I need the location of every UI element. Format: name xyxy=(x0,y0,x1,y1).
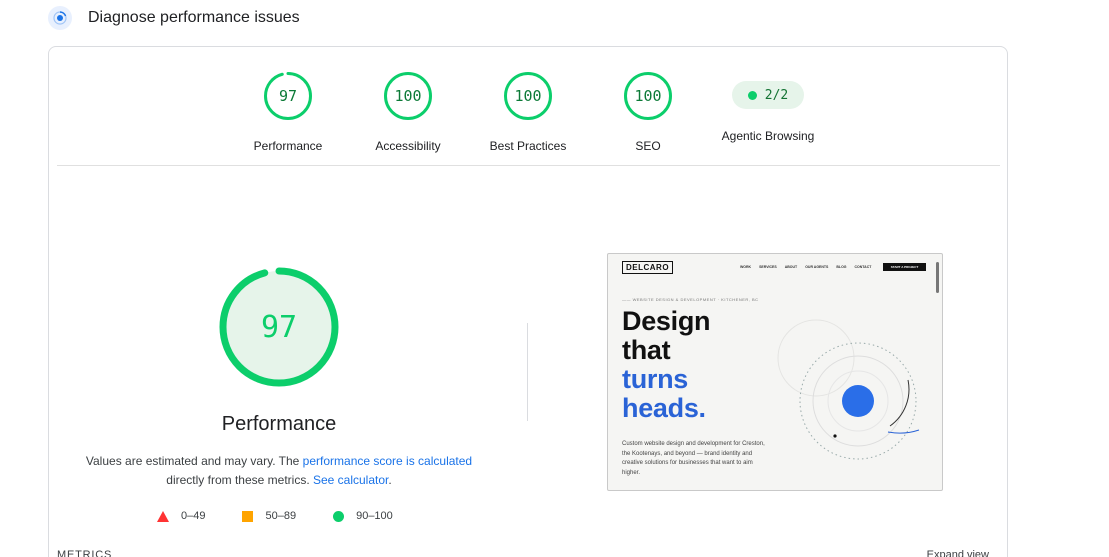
legend-fail: 0–49 xyxy=(157,510,205,522)
lighthouse-report-card: 97 Performance 100 Accessibility 100 Bes… xyxy=(48,46,1008,557)
gauge-seo[interactable]: 100 SEO xyxy=(588,71,708,153)
gauge-best-practices[interactable]: 100 Best Practices xyxy=(468,71,588,153)
pass-dot-icon xyxy=(747,90,757,100)
gauge-label: Best Practices xyxy=(489,139,567,153)
lighthouse-icon xyxy=(48,6,72,30)
gauge-score: 100 xyxy=(394,87,422,105)
gauge-ring: 100 xyxy=(623,71,673,121)
see-calculator-link[interactable]: See calculator xyxy=(313,473,388,487)
agentic-value: 2/2 xyxy=(764,87,789,103)
gauge-label: Accessibility xyxy=(375,139,441,153)
divider xyxy=(57,165,1000,166)
gauge-ring: 100 xyxy=(503,71,553,121)
screenshot-body-text: Custom website design and development fo… xyxy=(622,441,765,476)
performance-score-link[interactable]: performance score is calculated xyxy=(303,454,472,468)
score-legend: 0–49 50–89 90–100 xyxy=(157,510,430,522)
section-title: Diagnose performance issues xyxy=(88,9,300,26)
section-header: Diagnose performance issues xyxy=(48,4,300,32)
gauge-performance[interactable]: 97 Performance xyxy=(228,71,348,153)
gauge-ring: 100 xyxy=(383,71,433,121)
final-screenshot[interactable]: DELCARO WORK SERVICES ABOUT OUR AGENTS B… xyxy=(607,253,943,491)
performance-label: Performance xyxy=(221,413,337,435)
gauge-score: 100 xyxy=(634,87,662,105)
agentic-badge: 2/2 xyxy=(731,81,805,109)
expand-view-toggle[interactable]: Expand view xyxy=(927,549,989,557)
legend-range: 0–49 xyxy=(181,510,206,522)
gauge-score: 97 xyxy=(278,87,298,105)
performance-score: 97 xyxy=(260,309,298,345)
vertical-divider xyxy=(527,323,528,421)
pass-circle-icon xyxy=(333,510,345,522)
category-gauges: 97 Performance 100 Accessibility 100 Bes… xyxy=(49,47,1007,165)
legend-average: 50–89 xyxy=(242,510,296,522)
estimate-note: Values are estimated and may vary. The p… xyxy=(79,452,479,490)
metrics-heading: METRICS xyxy=(57,549,113,557)
gauge-label: SEO xyxy=(635,139,661,153)
legend-range: 90–100 xyxy=(356,510,393,522)
fail-triangle-icon xyxy=(157,510,169,522)
gauge-label: Performance xyxy=(253,139,323,153)
legend-pass: 90–100 xyxy=(333,510,393,522)
gauge-score: 100 xyxy=(514,87,542,105)
legend-range: 50–89 xyxy=(265,510,297,522)
performance-gauge-large: 97 xyxy=(219,267,339,387)
note-text: . xyxy=(388,473,392,487)
gauge-label: Agentic Browsing xyxy=(721,129,815,143)
average-square-icon xyxy=(242,510,254,522)
gauge-ring: 97 xyxy=(263,71,313,121)
note-text: Values are estimated and may vary. The xyxy=(85,454,303,468)
note-text: directly from these metrics. xyxy=(166,473,313,487)
gauge-accessibility[interactable]: 100 Accessibility xyxy=(348,71,468,153)
gauge-agentic-browsing[interactable]: 2/2 Agentic Browsing xyxy=(708,71,828,143)
